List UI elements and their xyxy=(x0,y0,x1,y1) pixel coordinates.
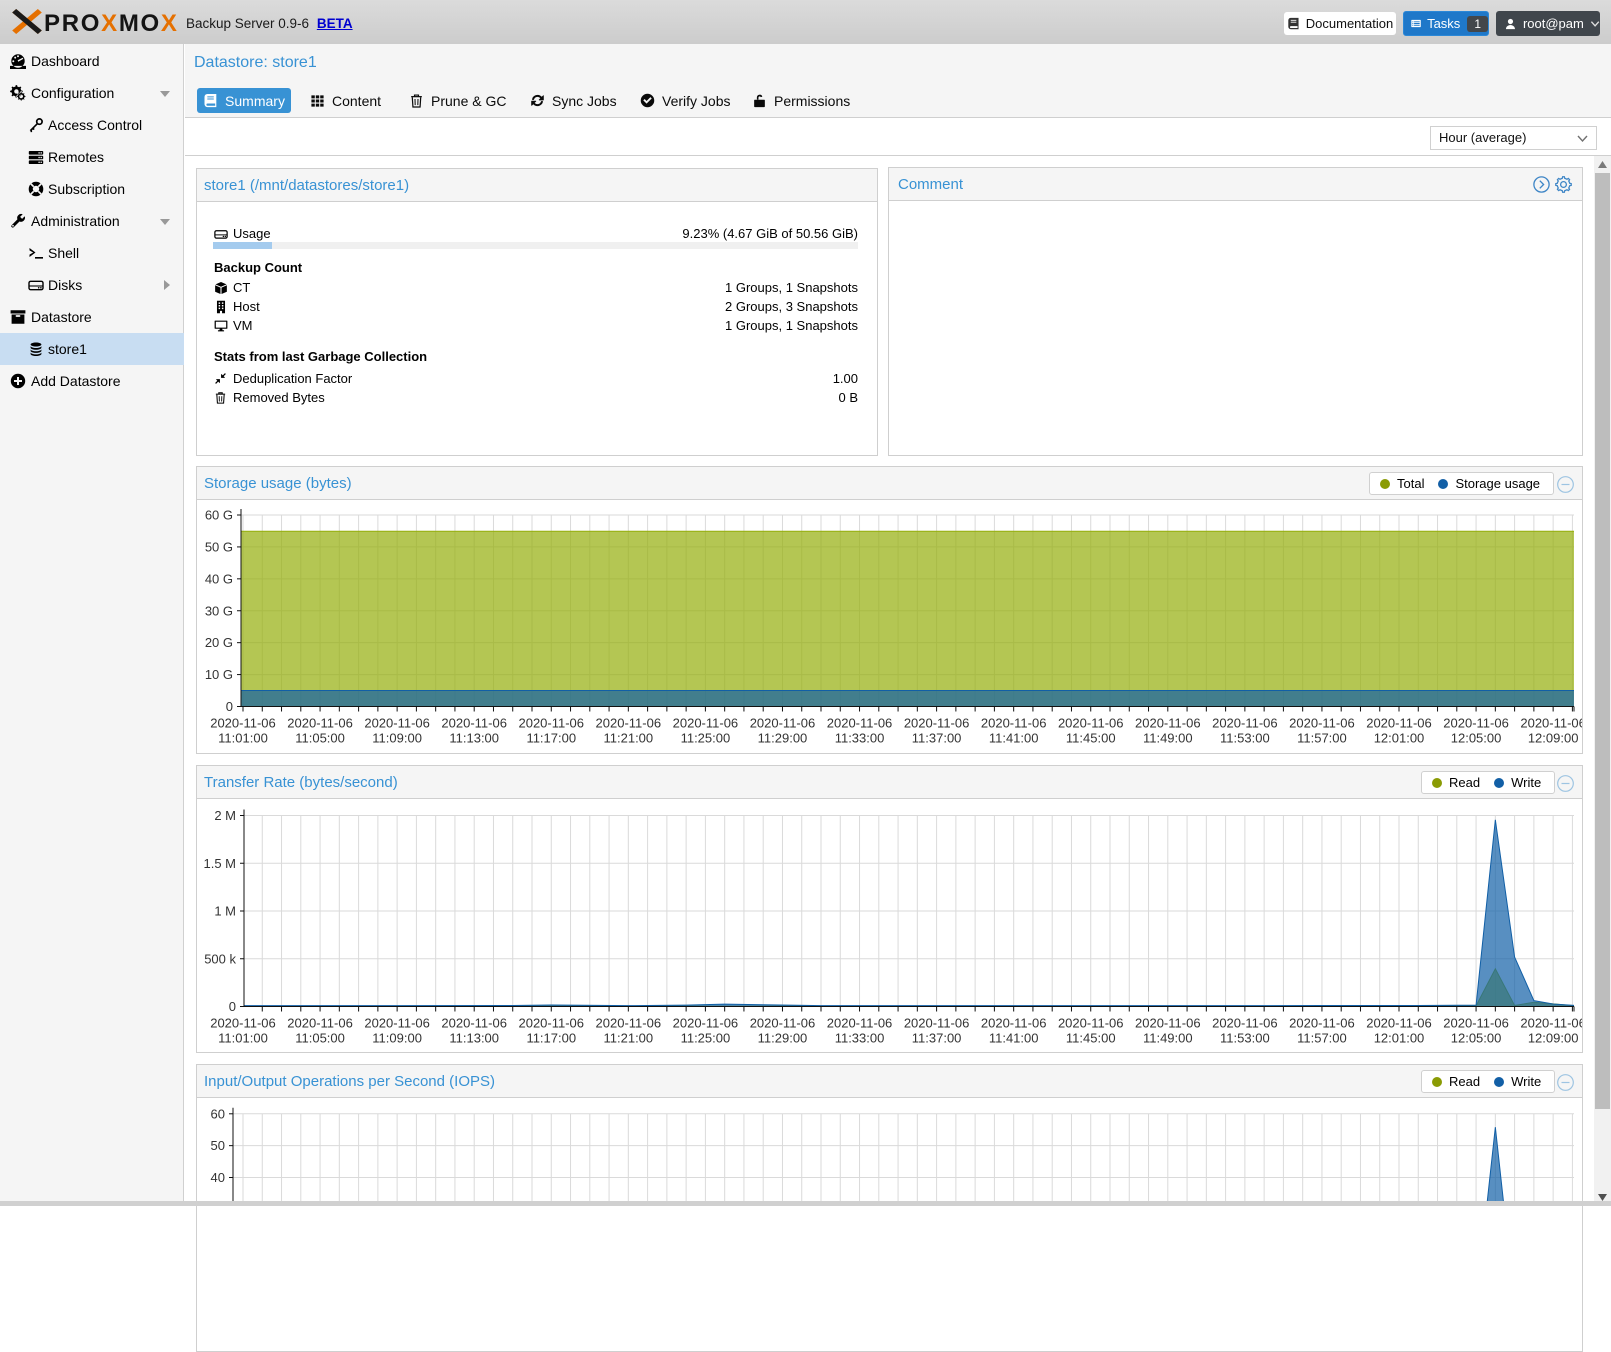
svg-text:12:09:00: 12:09:00 xyxy=(1528,731,1579,746)
svg-text:1.5 M: 1.5 M xyxy=(203,856,236,871)
svg-text:2020-11-06: 2020-11-06 xyxy=(981,1016,1047,1031)
svg-text:11:01:00: 11:01:00 xyxy=(218,1031,268,1046)
svg-text:2020-11-06: 2020-11-06 xyxy=(904,716,970,731)
svg-text:2020-11-06: 2020-11-06 xyxy=(1289,716,1355,731)
svg-text:2020-11-06: 2020-11-06 xyxy=(1212,1016,1278,1031)
svg-text:11:45:00: 11:45:00 xyxy=(1066,731,1116,746)
svg-text:2020-11-06: 2020-11-06 xyxy=(827,716,893,731)
svg-text:11:37:00: 11:37:00 xyxy=(912,731,962,746)
svg-text:12:09:00: 12:09:00 xyxy=(1528,1031,1579,1046)
svg-text:11:57:00: 11:57:00 xyxy=(1297,1031,1347,1046)
svg-text:11:29:00: 11:29:00 xyxy=(758,1031,808,1046)
svg-text:11:37:00: 11:37:00 xyxy=(912,1031,962,1046)
svg-text:11:41:00: 11:41:00 xyxy=(989,1031,1039,1046)
svg-text:2020-11-06: 2020-11-06 xyxy=(1366,716,1432,731)
svg-text:11:21:00: 11:21:00 xyxy=(604,1031,654,1046)
svg-text:2020-11-06: 2020-11-06 xyxy=(518,716,584,731)
svg-text:11:09:00: 11:09:00 xyxy=(372,731,422,746)
svg-text:11:17:00: 11:17:00 xyxy=(526,731,576,746)
svg-text:2020-11-06: 2020-11-06 xyxy=(1443,716,1509,731)
svg-text:30 G: 30 G xyxy=(205,603,233,618)
svg-text:11:17:00: 11:17:00 xyxy=(526,1031,576,1046)
svg-text:2020-11-06: 2020-11-06 xyxy=(750,1016,816,1031)
svg-text:11:53:00: 11:53:00 xyxy=(1220,1031,1270,1046)
svg-text:2020-11-06: 2020-11-06 xyxy=(1135,1016,1201,1031)
svg-text:11:01:00: 11:01:00 xyxy=(218,731,268,746)
svg-text:2020-11-06: 2020-11-06 xyxy=(596,716,662,731)
svg-text:40 G: 40 G xyxy=(205,571,233,586)
svg-text:2020-11-06: 2020-11-06 xyxy=(441,1016,507,1031)
svg-text:2020-11-06: 2020-11-06 xyxy=(1135,716,1201,731)
svg-text:40: 40 xyxy=(211,1170,225,1185)
svg-text:2020-11-06: 2020-11-06 xyxy=(750,716,816,731)
svg-text:11:25:00: 11:25:00 xyxy=(681,731,731,746)
svg-text:1 M: 1 M xyxy=(214,904,236,919)
svg-text:2020-11-06: 2020-11-06 xyxy=(364,716,430,731)
svg-text:11:25:00: 11:25:00 xyxy=(681,1031,731,1046)
svg-text:2020-11-06: 2020-11-06 xyxy=(1212,716,1278,731)
svg-text:2020-11-06: 2020-11-06 xyxy=(287,716,353,731)
svg-text:11:13:00: 11:13:00 xyxy=(449,731,499,746)
svg-text:50: 50 xyxy=(211,1138,225,1153)
svg-text:2020-11-06: 2020-11-06 xyxy=(904,1016,970,1031)
svg-text:2 M: 2 M xyxy=(214,808,236,823)
svg-text:0: 0 xyxy=(226,699,233,714)
svg-text:11:13:00: 11:13:00 xyxy=(449,1031,499,1046)
svg-text:2020-11-06: 2020-11-06 xyxy=(1366,1016,1432,1031)
svg-text:11:45:00: 11:45:00 xyxy=(1066,1031,1116,1046)
svg-text:2020-11-06: 2020-11-06 xyxy=(981,716,1047,731)
svg-text:11:49:00: 11:49:00 xyxy=(1143,1031,1193,1046)
svg-text:2020-11-06: 2020-11-06 xyxy=(210,716,276,731)
svg-text:2020-11-06: 2020-11-06 xyxy=(596,1016,662,1031)
svg-text:11:33:00: 11:33:00 xyxy=(835,1031,885,1046)
svg-text:11:29:00: 11:29:00 xyxy=(758,731,808,746)
svg-text:11:49:00: 11:49:00 xyxy=(1143,731,1193,746)
svg-text:12:05:00: 12:05:00 xyxy=(1451,731,1502,746)
svg-text:10 G: 10 G xyxy=(205,667,233,682)
svg-text:2020-11-06: 2020-11-06 xyxy=(364,1016,430,1031)
svg-text:2020-11-06: 2020-11-06 xyxy=(1058,716,1124,731)
svg-text:2020-11-06: 2020-11-06 xyxy=(287,1016,353,1031)
svg-text:2020-11-06: 2020-11-06 xyxy=(1443,1016,1509,1031)
svg-text:2020-11-06: 2020-11-06 xyxy=(1520,1016,1582,1031)
svg-text:20 G: 20 G xyxy=(205,635,233,650)
svg-text:2020-11-06: 2020-11-06 xyxy=(1520,716,1582,731)
svg-text:2020-11-06: 2020-11-06 xyxy=(673,716,739,731)
svg-text:11:09:00: 11:09:00 xyxy=(372,1031,422,1046)
svg-text:11:41:00: 11:41:00 xyxy=(989,731,1039,746)
svg-text:11:53:00: 11:53:00 xyxy=(1220,731,1270,746)
svg-text:500 k: 500 k xyxy=(204,951,236,966)
svg-text:2020-11-06: 2020-11-06 xyxy=(210,1016,276,1031)
svg-text:2020-11-06: 2020-11-06 xyxy=(673,1016,739,1031)
svg-text:12:01:00: 12:01:00 xyxy=(1374,1031,1425,1046)
svg-text:11:33:00: 11:33:00 xyxy=(835,731,885,746)
svg-text:11:05:00: 11:05:00 xyxy=(295,731,345,746)
svg-text:0: 0 xyxy=(229,999,236,1014)
svg-text:60 G: 60 G xyxy=(205,508,233,523)
svg-text:2020-11-06: 2020-11-06 xyxy=(827,1016,893,1031)
svg-text:2020-11-06: 2020-11-06 xyxy=(441,716,507,731)
svg-text:2020-11-06: 2020-11-06 xyxy=(1289,1016,1355,1031)
svg-text:11:57:00: 11:57:00 xyxy=(1297,731,1347,746)
svg-text:12:05:00: 12:05:00 xyxy=(1451,1031,1502,1046)
svg-text:2020-11-06: 2020-11-06 xyxy=(1058,1016,1124,1031)
svg-text:11:05:00: 11:05:00 xyxy=(295,1031,345,1046)
svg-text:50 G: 50 G xyxy=(205,539,233,554)
svg-text:60: 60 xyxy=(211,1106,225,1121)
svg-text:2020-11-06: 2020-11-06 xyxy=(518,1016,584,1031)
svg-text:11:21:00: 11:21:00 xyxy=(604,731,654,746)
svg-text:12:01:00: 12:01:00 xyxy=(1374,731,1425,746)
